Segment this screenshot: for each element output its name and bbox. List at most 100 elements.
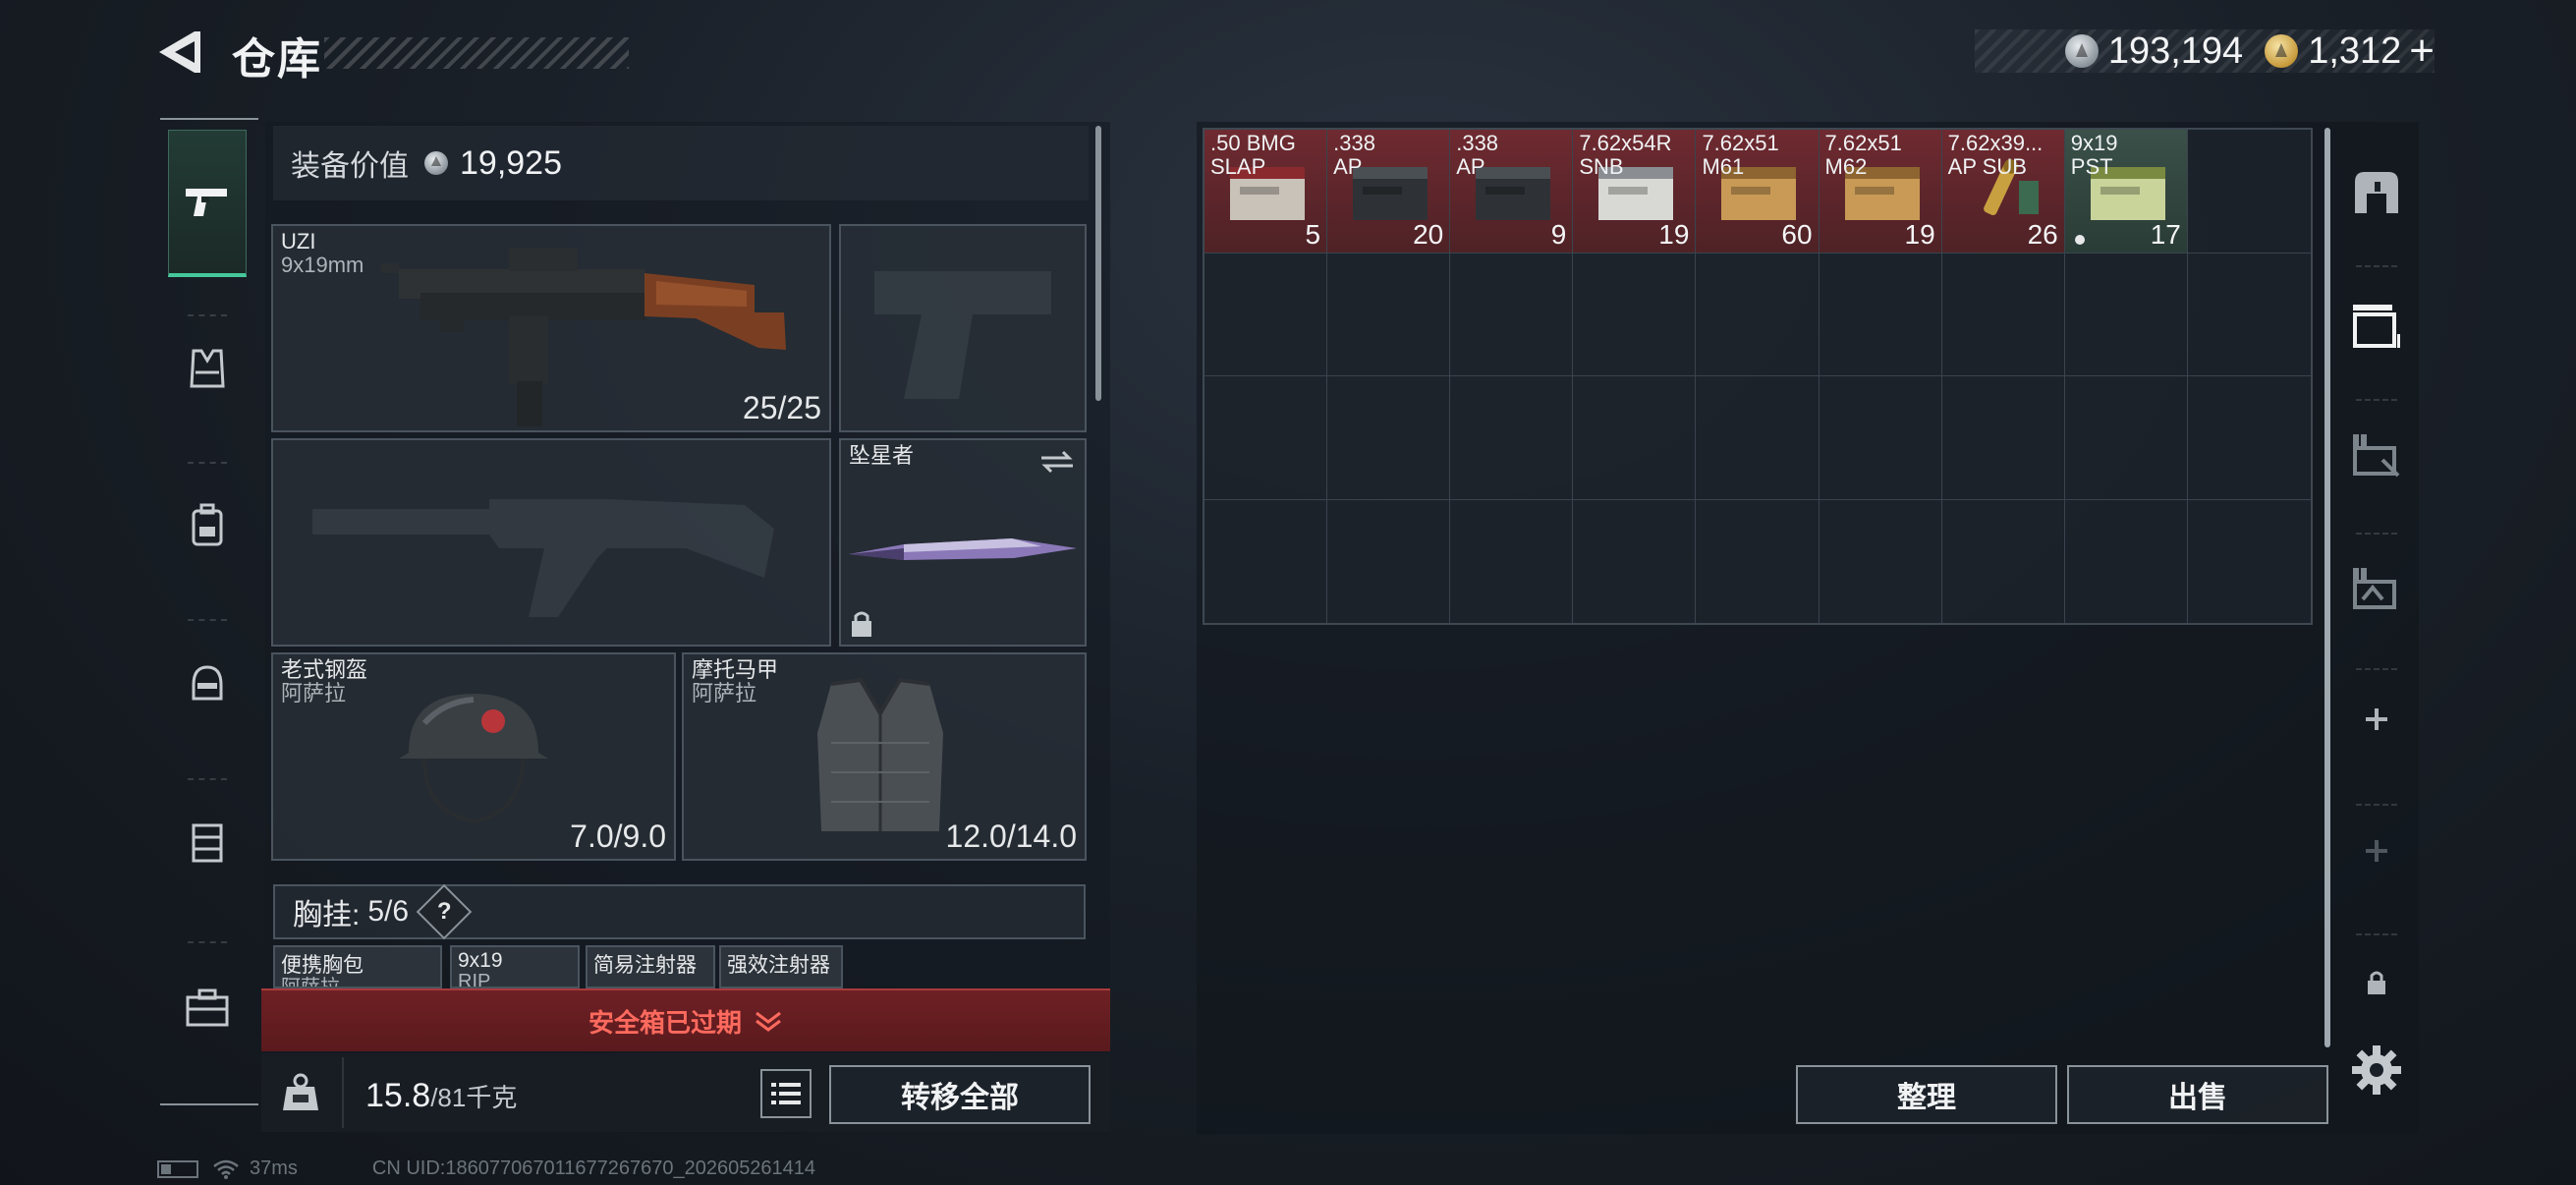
nav-armor[interactable] — [168, 295, 247, 442]
storage-cell[interactable] — [1450, 253, 1574, 376]
storage-item[interactable]: 7.62x51 M61 60 — [1696, 130, 1820, 254]
storage-scrollbar[interactable] — [2324, 128, 2330, 1047]
item-name: 7.62x51 — [1824, 131, 1902, 155]
list-view-button[interactable] — [760, 1069, 812, 1118]
storage-cell[interactable] — [1573, 499, 1697, 623]
storage-item[interactable]: 7.62x51 M62 19 — [1819, 130, 1942, 254]
warehouse-icon — [2353, 305, 2400, 348]
nav-chest-rig[interactable] — [168, 768, 247, 916]
storage-cell[interactable] — [2187, 130, 2311, 254]
storage-item[interactable]: 9x19 PST 17 — [2064, 130, 2188, 254]
safebox-expired-banner[interactable]: 安全箱已过期 — [261, 988, 1110, 1051]
armor-slot[interactable]: 摩托马甲 阿萨拉 12.0/14.0 — [682, 652, 1087, 861]
storage-item[interactable]: .338 AP 20 — [1327, 130, 1451, 254]
rig-slot-2[interactable]: 9x19 RIP — [450, 945, 580, 988]
pistol-placeholder-icon — [874, 271, 1051, 399]
nav-helmet[interactable] — [168, 609, 247, 757]
add-storage-tab-2[interactable] — [2336, 792, 2417, 910]
storage-cell[interactable] — [1204, 499, 1328, 623]
storage-cell[interactable] — [2187, 254, 2311, 376]
help-button[interactable]: ? — [416, 883, 473, 940]
storage-cell[interactable] — [1327, 376, 1451, 500]
nav-weapons[interactable] — [168, 130, 247, 277]
storage-cell[interactable] — [1573, 253, 1697, 376]
item-name: .338 — [1456, 131, 1499, 155]
rig-item-name: 强效注射器 — [727, 954, 830, 977]
storage-cell[interactable] — [1696, 499, 1820, 623]
sell-button[interactable]: 出售 — [2067, 1065, 2328, 1124]
storage-cell[interactable] — [1696, 376, 1820, 500]
primary-weapon-slot[interactable]: UZI 9x19mm 25/25 — [271, 224, 831, 432]
item-type: AP — [1333, 154, 1363, 179]
wifi-icon — [213, 1159, 239, 1179]
chest-rig-header: 胸挂: 5/6 ? — [273, 883, 1086, 940]
locked-storage-tab[interactable] — [2336, 924, 2417, 1042]
item-name: 7.62x39... — [1947, 131, 2044, 155]
storage-tab-4[interactable] — [2336, 531, 2417, 649]
equipment-value-label: 装备价值 — [291, 150, 409, 183]
transfer-all-button[interactable]: 转移全部 — [829, 1065, 1091, 1124]
add-storage-tab-1[interactable] — [2336, 660, 2417, 778]
secondary-weapon-slot[interactable] — [271, 438, 831, 647]
rig-slot-3[interactable]: 简易注射器 — [586, 945, 715, 988]
storage-cell[interactable] — [1327, 499, 1451, 623]
storage-cell[interactable] — [1819, 376, 1942, 500]
settings-button[interactable] — [2350, 1044, 2403, 1097]
storage-cell[interactable] — [1327, 253, 1451, 376]
back-button[interactable] — [155, 28, 204, 77]
nav-case[interactable] — [168, 933, 247, 1081]
storage-cell[interactable] — [1941, 253, 2065, 376]
storage-cell[interactable] — [2187, 376, 2311, 500]
storage-cell[interactable] — [1573, 376, 1697, 500]
storage-cell[interactable] — [2065, 499, 2188, 623]
rifle-placeholder-icon — [312, 499, 774, 617]
storage-cell[interactable] — [2188, 500, 2311, 624]
plus-icon — [2366, 708, 2387, 730]
armor-name: 摩托马甲 — [692, 657, 779, 682]
pistol-icon — [186, 188, 227, 216]
storage-tab-warehouse[interactable] — [2336, 267, 2417, 385]
storage-cell[interactable] — [1696, 253, 1820, 376]
weight-current: 15.8 — [365, 1077, 431, 1114]
nav-backpack[interactable] — [168, 452, 247, 599]
plus-icon — [2366, 840, 2387, 862]
item-count: 20 — [1413, 218, 1444, 250]
storage-cell[interactable] — [1942, 499, 2065, 623]
weight-max: /81千克 — [430, 1083, 518, 1112]
melee-slot[interactable]: 坠星者 — [839, 438, 1087, 647]
storage-cell[interactable] — [1450, 376, 1574, 500]
storage-cell[interactable] — [1204, 253, 1328, 376]
storage-item[interactable]: 7.62x39... AP SUB 26 — [1941, 130, 2065, 254]
storage-cell[interactable] — [1820, 499, 1942, 623]
silver-coin-icon — [2064, 34, 2099, 68]
storage-item[interactable]: 7.62x54R SNB 19 — [1573, 130, 1697, 254]
swap-icon[interactable] — [1037, 450, 1077, 474]
sidearm-slot[interactable] — [839, 224, 1087, 432]
add-gold-button[interactable]: + — [2409, 27, 2435, 76]
storage-cell[interactable] — [1204, 376, 1328, 500]
storage-cell[interactable] — [1941, 376, 2065, 500]
title-decoration — [324, 37, 629, 69]
armor-durability: 12.0/14.0 — [945, 818, 1077, 854]
storage-tab-3[interactable] — [2336, 397, 2417, 515]
rig-slot-1[interactable]: 便携胸包 阿萨拉 — [273, 945, 442, 988]
storage-tab-nav — [2336, 122, 2417, 1026]
storage-cell[interactable] — [2064, 376, 2188, 500]
gold-amount: 1,312 — [2308, 29, 2402, 72]
storage-tab-safe[interactable] — [2336, 134, 2417, 252]
storage-item[interactable]: .338 AP 9 — [1450, 130, 1574, 254]
uid-text: CN UID:186077067011677267670_20260526141… — [371, 1157, 816, 1179]
helmet-slot[interactable]: 老式钢盔 阿萨拉 7.0/9.0 — [271, 652, 676, 861]
equipment-value-amount: 19,925 — [460, 143, 562, 182]
storage-cell[interactable] — [1450, 499, 1574, 623]
storage-cell[interactable] — [2064, 253, 2188, 376]
equipment-scrollbar[interactable] — [1095, 126, 1101, 401]
storage-item[interactable]: .50 BMG SLAP 5 — [1204, 130, 1328, 254]
rig-slot-4[interactable]: 强效注射器 — [719, 945, 843, 988]
chest-rig-label: 胸挂: — [293, 899, 361, 931]
item-type: AP — [1456, 154, 1485, 179]
sort-button[interactable]: 整理 — [1796, 1065, 2057, 1124]
storage-cell[interactable] — [1819, 253, 1942, 376]
lock-icon — [852, 611, 871, 637]
briefcase-icon — [186, 988, 229, 1027]
